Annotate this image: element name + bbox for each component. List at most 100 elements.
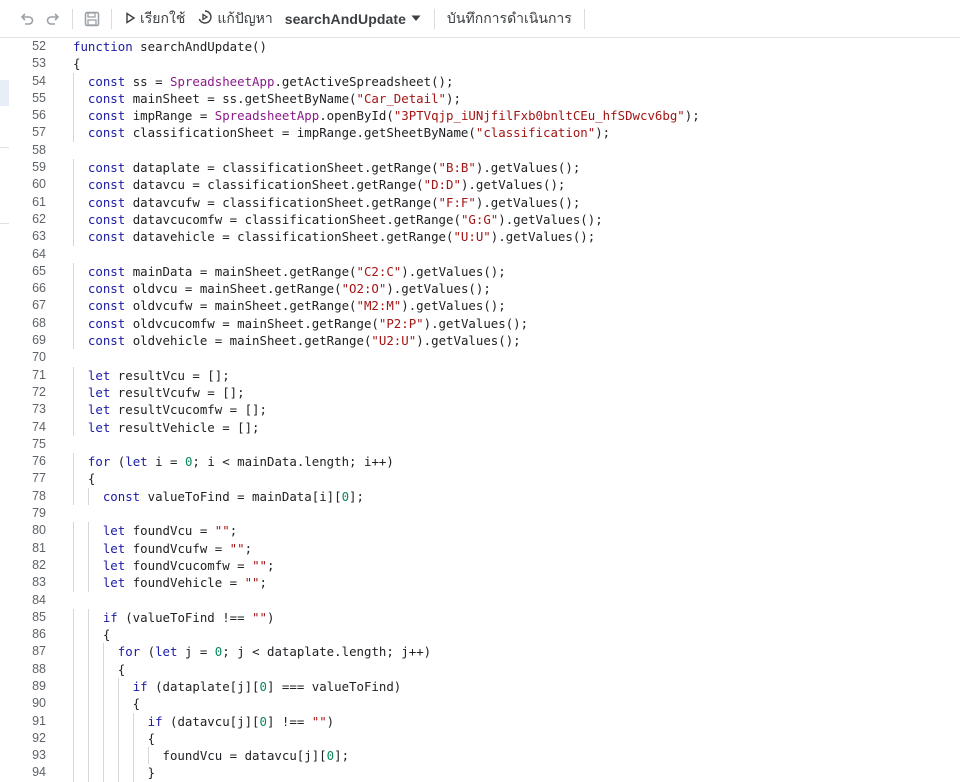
code-line[interactable]: 58 <box>0 142 960 159</box>
code-line[interactable]: 76 for (let i = 0; i < mainData.length; … <box>0 453 960 471</box>
editor-toolbar: เรียกใช้ แก้ปัญหา searchAndUpdate บันทึก… <box>0 0 960 38</box>
code-text: const datavehicle = classificationSheet.… <box>87 229 596 245</box>
code-line[interactable]: 60 const datavcu = classificationSheet.g… <box>0 176 960 194</box>
code-line[interactable]: 88 { <box>0 660 960 678</box>
run-button[interactable]: เรียกใช้ <box>118 5 191 33</box>
code-text: const datavcucomfw = classificationSheet… <box>87 211 603 227</box>
code-line[interactable]: 67 const oldvcufw = mainSheet.getRange("… <box>0 297 960 315</box>
line-number: 72 <box>32 384 46 399</box>
code-line[interactable]: 63 const datavehicle = classificationShe… <box>0 228 960 246</box>
code-line[interactable]: 92 { <box>0 729 960 748</box>
code-text: if (valueToFind !== "") <box>102 609 275 625</box>
code-text: const datavcu = classificationSheet.getR… <box>87 177 566 193</box>
code-line[interactable]: 85 if (valueToFind !== "") <box>0 608 960 627</box>
line-number: 77 <box>32 471 46 486</box>
line-number: 75 <box>32 436 46 451</box>
code-line[interactable]: 73 let resultVcucomfw = []; <box>0 401 960 419</box>
code-line[interactable]: 53 { <box>0 55 960 72</box>
code-line[interactable]: 90 { <box>0 695 960 713</box>
code-text: let resultVcufw = []; <box>87 384 245 400</box>
code-line[interactable]: 57 const classificationSheet = impRange.… <box>0 124 960 142</box>
code-line[interactable]: 87 for (let j = 0; j < dataplate.length;… <box>0 643 960 661</box>
code-line[interactable]: 84 <box>0 592 960 609</box>
code-line[interactable]: 94 } <box>0 764 960 782</box>
play-icon <box>124 11 136 27</box>
code-text: { <box>73 696 141 712</box>
code-line[interactable]: 59 const dataplate = classificationSheet… <box>0 159 960 177</box>
code-line[interactable]: 79 <box>0 505 960 522</box>
code-line[interactable]: 86 { <box>0 626 960 644</box>
code-text: } <box>73 765 156 781</box>
debug-icon <box>197 9 213 28</box>
line-number: 68 <box>32 315 46 330</box>
code-line[interactable]: 66 const oldvcu = mainSheet.getRange("O2… <box>0 280 960 298</box>
line-number: 52 <box>32 39 46 53</box>
code-line[interactable]: 62 const datavcucomfw = classificationSh… <box>0 210 960 229</box>
code-line[interactable]: 74 let resultVehicle = []; <box>0 418 960 436</box>
debug-label: แก้ปัญหา <box>217 9 273 26</box>
code-text: let resultVcu = []; <box>87 367 230 383</box>
save-icon[interactable] <box>79 6 105 32</box>
line-number: 83 <box>32 575 46 590</box>
execution-log-button[interactable]: บันทึกการดำเนินการ <box>441 5 578 33</box>
line-number: 73 <box>32 402 46 417</box>
code-line[interactable]: 70 <box>0 349 960 366</box>
code-text: const valueToFind = mainData[i][0]; <box>102 488 364 504</box>
execution-log-label: บันทึกการดำเนินการ <box>447 9 572 26</box>
line-number: 79 <box>32 506 46 521</box>
code-line[interactable]: 72 let resultVcufw = []; <box>0 383 960 402</box>
code-text: const datavcufw = classificationSheet.ge… <box>87 194 581 210</box>
code-line[interactable]: 68 const oldvcucomfw = mainSheet.getRang… <box>0 314 960 333</box>
code-text: const mainSheet = ss.getSheetByName("Car… <box>87 90 461 106</box>
code-line[interactable]: 64 <box>0 246 960 263</box>
code-line[interactable]: 91 if (datavcu[j][0] !== "") <box>0 712 960 730</box>
code-text: for (let i = 0; i < mainData.length; i++… <box>87 454 394 470</box>
line-number: 76 <box>32 454 46 469</box>
line-number: 58 <box>32 142 46 157</box>
code-line[interactable]: 83 let foundVehicle = ""; <box>0 574 960 592</box>
code-text: for (let j = 0; j < dataplate.length; j+… <box>117 644 432 660</box>
line-number: 71 <box>32 367 46 382</box>
code-line[interactable]: 89 if (dataplate[j][0] === valueToFind) <box>0 677 960 696</box>
code-line[interactable]: 65 const mainData = mainSheet.getRange("… <box>0 262 960 281</box>
code-line[interactable]: 82 let foundVcucomfw = ""; <box>0 556 960 575</box>
code-line[interactable]: 61 const datavcufw = classificationSheet… <box>0 193 960 211</box>
code-line[interactable]: 77 { <box>0 470 960 488</box>
code-text: { <box>73 471 96 487</box>
code-editor[interactable]: 52 function searchAndUpdate() 53 {54 const … <box>0 38 960 782</box>
redo-icon[interactable] <box>40 6 66 32</box>
code-text: let foundVcucomfw = ""; <box>102 557 275 573</box>
code-line[interactable]: 69 const oldvehicle = mainSheet.getRange… <box>0 332 960 350</box>
code-text: { <box>73 56 81 72</box>
function-select[interactable]: searchAndUpdate <box>279 5 428 33</box>
code-text: const oldvcufw = mainSheet.getRange("M2:… <box>87 298 506 314</box>
undo-icon[interactable] <box>14 6 40 32</box>
code-line[interactable]: 55 const mainSheet = ss.getSheetByName("… <box>0 89 960 108</box>
code-text: let foundVehicle = ""; <box>102 575 267 591</box>
code-text: let foundVcufw = ""; <box>102 540 253 556</box>
line-number: 78 <box>32 488 46 503</box>
code-line[interactable]: 80 let foundVcu = ""; <box>0 522 960 540</box>
code-text: const oldvcucomfw = mainSheet.getRange("… <box>87 315 529 331</box>
debug-button[interactable]: แก้ปัญหา <box>191 5 278 33</box>
code-line[interactable]: 75 <box>0 436 960 453</box>
code-line[interactable]: 78 const valueToFind = mainData[i][0]; <box>0 487 960 506</box>
code-text: let resultVehicle = []; <box>87 419 260 435</box>
chevron-down-icon <box>410 11 422 27</box>
code-text: { <box>73 730 156 746</box>
code-text: if (dataplate[j][0] === valueToFind) <box>132 678 402 694</box>
run-label: เรียกใช้ <box>140 9 186 26</box>
code-line[interactable]: 93 foundVcu = datavcu[j][0]; <box>0 747 960 765</box>
code-text: let resultVcucomfw = []; <box>87 402 267 418</box>
code-text: if (datavcu[j][0] !== "") <box>147 713 335 729</box>
code-line[interactable]: 52 function searchAndUpdate() <box>0 38 960 55</box>
line-number: 61 <box>32 194 46 209</box>
code-line[interactable]: 81 let foundVcufw = ""; <box>0 539 960 557</box>
code-line[interactable]: 56 const impRange = SpreadsheetApp.openB… <box>0 107 960 125</box>
code-line[interactable]: 71 let resultVcu = []; <box>0 366 960 384</box>
code-line[interactable]: 54 const ss = SpreadsheetApp.getActiveSp… <box>0 72 960 90</box>
line-number: 86 <box>32 627 46 642</box>
line-number: 54 <box>32 73 46 88</box>
code-text: foundVcu = datavcu[j][0]; <box>73 748 350 764</box>
code-text: { <box>73 627 111 643</box>
